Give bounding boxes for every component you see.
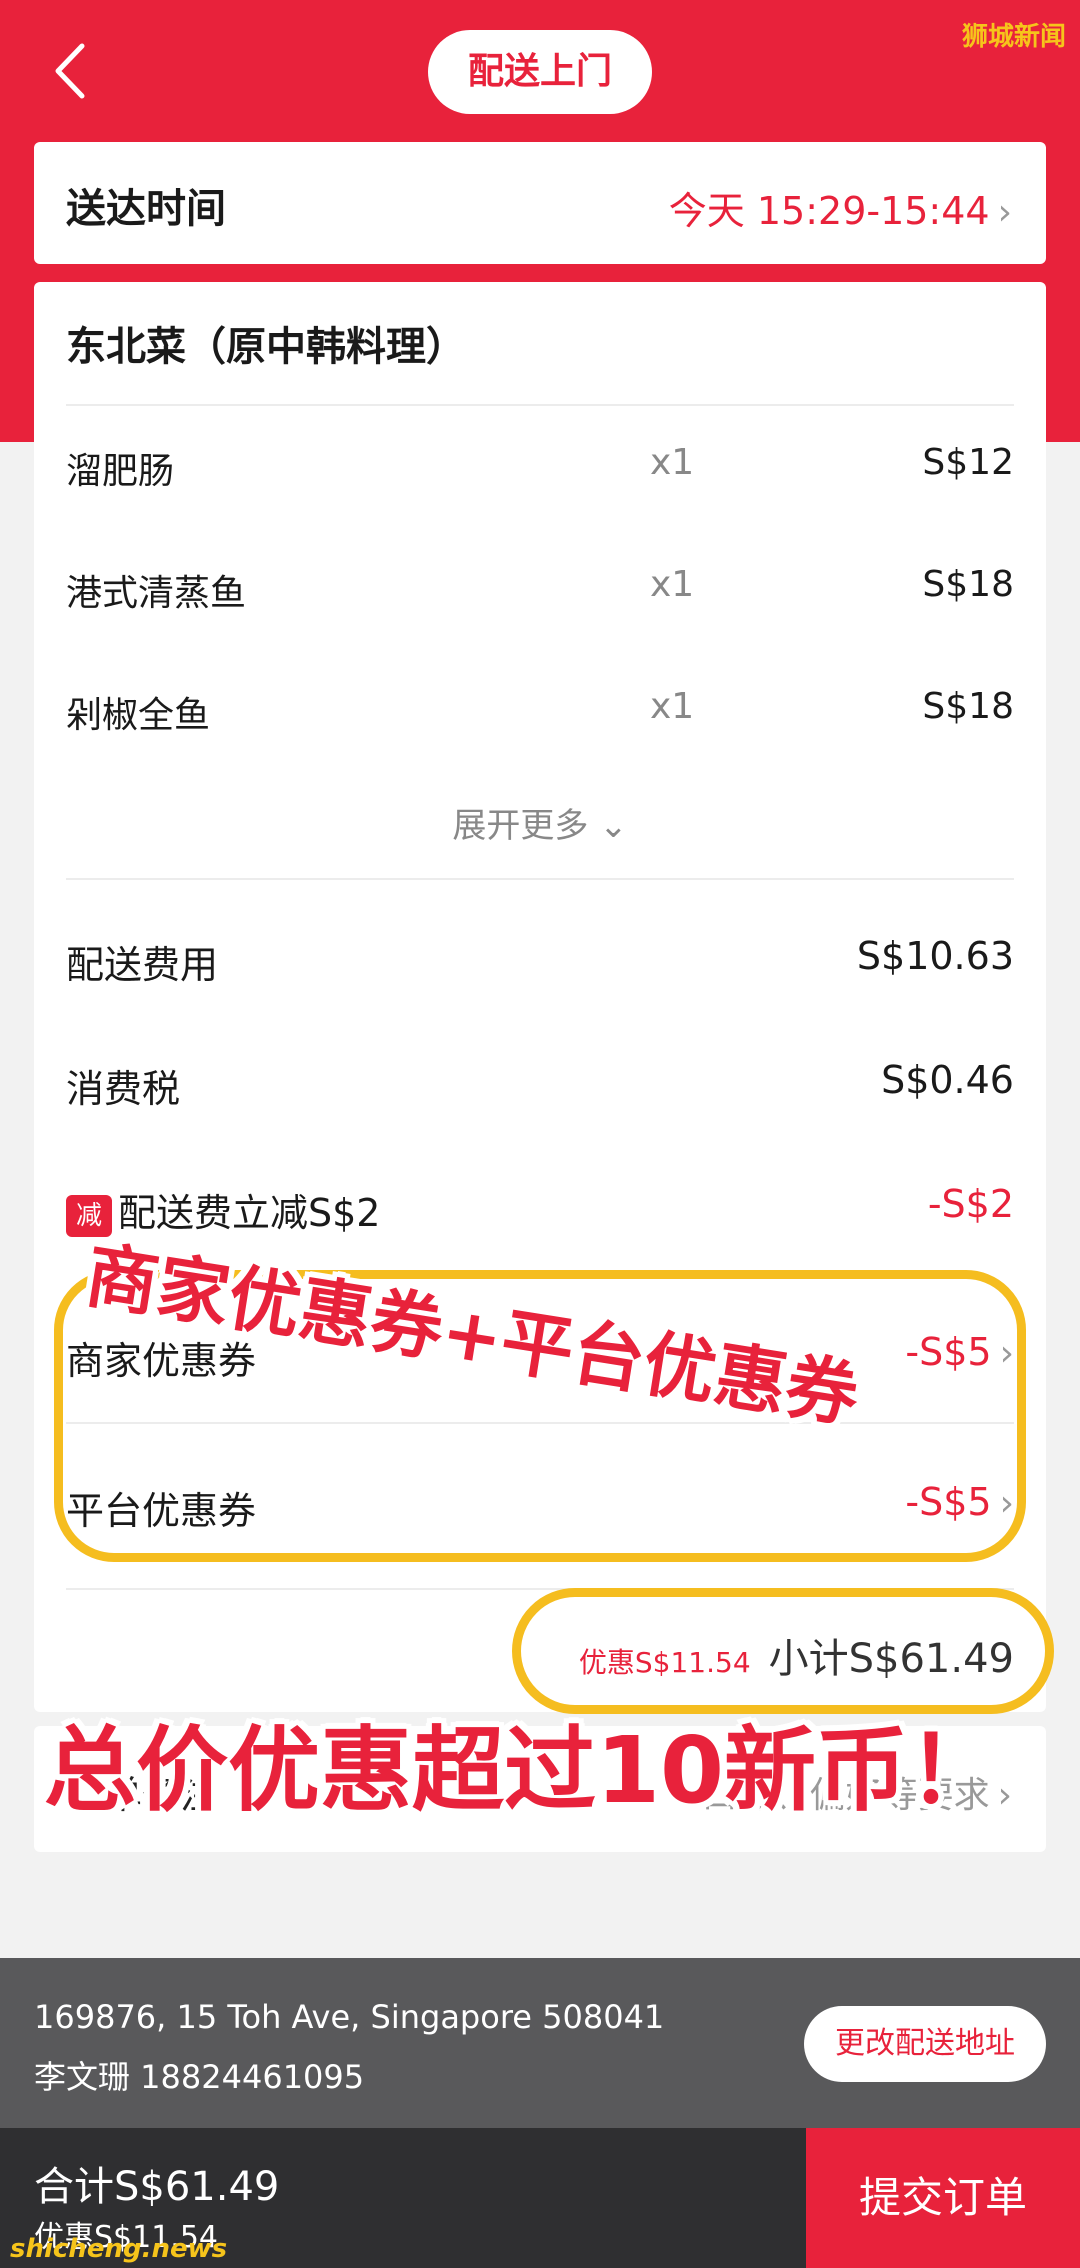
address-line: 169876, 15 Toh Ave, Singapore 508041 <box>34 1998 665 2036</box>
chevron-right-icon: › <box>997 192 1012 233</box>
list-item: 剁椒全鱼 x1 S$18 <box>66 686 1014 746</box>
delivery-mode-pill[interactable]: 配送上门 <box>428 30 652 114</box>
item-qty: x1 <box>650 686 695 727</box>
divider <box>66 404 1014 406</box>
order-total: 合计S$61.49 <box>34 2164 280 2210</box>
item-qty: x1 <box>650 564 695 605</box>
item-name: 剁椒全鱼 <box>66 695 211 736</box>
delivery-time-card[interactable]: 送达时间 今天 15:29-15:44 › <box>34 142 1046 264</box>
delivery-fee-label: 配送费用 <box>66 943 219 987</box>
divider <box>66 878 1014 880</box>
tax-row: 消费税 S$0.46 <box>66 1058 1014 1118</box>
expand-more-label: 展开更多 <box>452 806 589 846</box>
list-item: 溜肥肠 x1 S$12 <box>66 442 1014 502</box>
delivery-address-bar: 169876, 15 Toh Ave, Singapore 508041 李文珊… <box>0 1958 1080 2128</box>
watermark-logo: 狮城新闻 <box>961 22 1066 52</box>
delivery-fee-value: S$10.63 <box>856 934 1014 978</box>
item-qty: x1 <box>650 442 695 483</box>
delivery-time-label: 送达时间 <box>66 186 226 232</box>
chevron-left-icon <box>55 43 85 99</box>
item-price: S$18 <box>922 686 1014 727</box>
change-address-button[interactable]: 更改配送地址 <box>804 2006 1046 2082</box>
top-bar: 配送上门 狮城新闻 <box>0 0 1080 140</box>
delivery-time-text: 今天 15:29-15:44 <box>668 189 990 233</box>
expand-more-button[interactable]: 展开更多 ⌄ <box>34 798 1046 847</box>
back-button[interactable] <box>48 40 92 102</box>
recipient-line: 李文珊 18824461095 <box>34 2058 365 2096</box>
list-item: 港式清蒸鱼 x1 S$18 <box>66 564 1014 624</box>
item-name: 溜肥肠 <box>66 451 175 492</box>
item-name: 港式清蒸鱼 <box>66 573 247 614</box>
submit-order-button[interactable]: 提交订单 <box>806 2128 1080 2268</box>
item-price: S$12 <box>922 442 1014 483</box>
delivery-time-value: 今天 15:29-15:44 › <box>669 180 1012 235</box>
checkout-bar: 合计S$61.49 优惠S$11.54 提交订单 shicheng.news <box>0 2128 1080 2268</box>
tax-label: 消费税 <box>66 1067 181 1111</box>
watermark-site: shicheng.news <box>10 2234 228 2264</box>
annotation-savings: 总价优惠超过10新币！ <box>44 1717 1001 1824</box>
item-price: S$18 <box>922 564 1014 605</box>
tax-value: S$0.46 <box>881 1058 1014 1102</box>
chevron-down-icon: ⌄ <box>599 806 628 846</box>
delivery-discount-value: -S$2 <box>927 1182 1014 1226</box>
store-name: 东北菜（原中韩料理） <box>66 324 466 370</box>
delivery-fee-row: 配送费用 S$10.63 <box>66 934 1014 994</box>
